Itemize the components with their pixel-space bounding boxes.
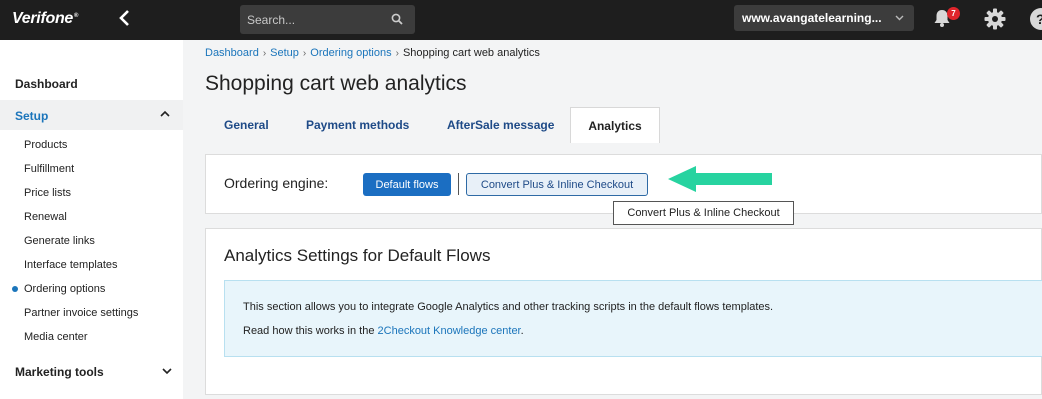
- convert-plus-inline-checkout-button[interactable]: Convert Plus & Inline Checkout: [466, 173, 648, 196]
- top-navigation-bar: Verifone® www.avangatelearning... 7 ?: [0, 0, 1042, 40]
- sidebar-item-interface-templates[interactable]: Interface templates: [24, 259, 118, 271]
- green-arrow-left-icon: [668, 166, 772, 192]
- ordering-engine-label: Ordering engine:: [224, 175, 329, 191]
- account-name: www.avangatelearning...: [742, 11, 882, 25]
- logo-text: Verifone: [12, 10, 74, 27]
- sidebar-item-setup[interactable]: Setup: [0, 100, 183, 130]
- active-item-indicator: [12, 286, 18, 292]
- sidebar-item-marketing-tools[interactable]: Marketing tools: [15, 365, 104, 379]
- breadcrumb-ordering-options[interactable]: Ordering options: [310, 47, 391, 59]
- page-title: Shopping cart web analytics: [205, 72, 467, 95]
- info-text-knowledge: Read how this works in the 2Checkout Kno…: [243, 325, 524, 337]
- breadcrumb-setup[interactable]: Setup: [270, 47, 299, 59]
- tab-payment-methods[interactable]: Payment methods: [306, 107, 409, 143]
- help-icon[interactable]: ?: [1030, 8, 1042, 30]
- info-suffix: .: [520, 325, 524, 337]
- breadcrumb-separator-icon: ›: [395, 48, 399, 59]
- chevron-down-icon: [162, 366, 172, 379]
- info-box: [224, 280, 1042, 357]
- knowledge-center-link[interactable]: 2Checkout Knowledge center: [378, 325, 521, 337]
- breadcrumb: Dashboard › Setup › Ordering options › Shoppin…: [205, 47, 540, 59]
- sidebar-item-media-center[interactable]: Media center: [24, 331, 88, 343]
- settings-gear-icon[interactable]: [983, 7, 1007, 31]
- analytics-section-title: Analytics Settings for Default Flows: [224, 246, 491, 265]
- search-icon[interactable]: [391, 13, 403, 25]
- chevron-up-icon: [160, 107, 170, 124]
- breadcrumb-dashboard[interactable]: Dashboard: [205, 47, 259, 59]
- account-select-dropdown[interactable]: www.avangatelearning...: [734, 5, 914, 31]
- verifone-logo[interactable]: Verifone®: [12, 10, 78, 28]
- button-divider: [458, 173, 459, 195]
- notification-count-badge: 7: [947, 7, 960, 20]
- search-input[interactable]: [240, 5, 390, 34]
- tab-aftersale-message[interactable]: AfterSale message: [447, 107, 554, 143]
- tooltip: Convert Plus & Inline Checkout: [613, 201, 794, 225]
- sidebar: Dashboard Setup Products Fulfillment Pri…: [0, 40, 183, 399]
- default-flows-button[interactable]: Default flows: [363, 173, 451, 196]
- sidebar-item-dashboard[interactable]: Dashboard: [15, 77, 78, 91]
- collapse-sidebar-chevron-icon[interactable]: [118, 8, 136, 30]
- chevron-down-icon: [895, 5, 904, 41]
- tab-general[interactable]: General: [224, 107, 269, 143]
- sidebar-item-ordering-options[interactable]: Ordering options: [24, 283, 105, 295]
- breadcrumb-separator-icon: ›: [262, 48, 267, 59]
- search-box: [240, 5, 415, 34]
- sidebar-item-generate-links[interactable]: Generate links: [24, 235, 95, 247]
- sidebar-item-fulfillment[interactable]: Fulfillment: [24, 163, 74, 175]
- sidebar-setup-label: Setup: [15, 109, 49, 123]
- tab-analytics[interactable]: Analytics: [570, 107, 660, 143]
- sidebar-item-price-lists[interactable]: Price lists: [24, 187, 71, 199]
- breadcrumb-current: Shopping cart web analytics: [402, 47, 540, 59]
- sidebar-item-products[interactable]: Products: [24, 139, 67, 151]
- sidebar-item-partner-invoice-settings[interactable]: Partner invoice settings: [24, 307, 138, 319]
- logo-registered-mark: ®: [74, 12, 79, 19]
- sidebar-item-renewal[interactable]: Renewal: [24, 211, 67, 223]
- breadcrumb-separator-icon: ›: [302, 48, 307, 59]
- info-text: This section allows you to integrate Goo…: [243, 301, 774, 313]
- info-prefix: Read how this works in the: [243, 325, 378, 337]
